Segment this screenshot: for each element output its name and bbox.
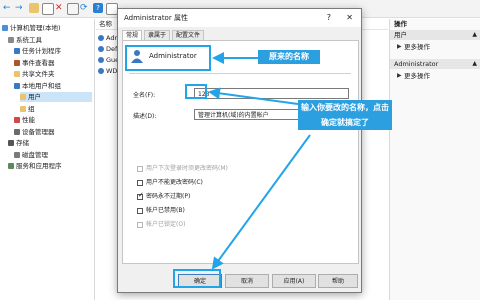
arrow-to-ok	[211, 134, 311, 270]
annotation-arrows	[208, 52, 311, 270]
callout-instruction: 输入你要改的名称，点击确定就搞定了	[298, 100, 392, 130]
arrow-to-fullname	[208, 87, 299, 105]
callout-original-name: 原来的名称	[258, 50, 320, 64]
